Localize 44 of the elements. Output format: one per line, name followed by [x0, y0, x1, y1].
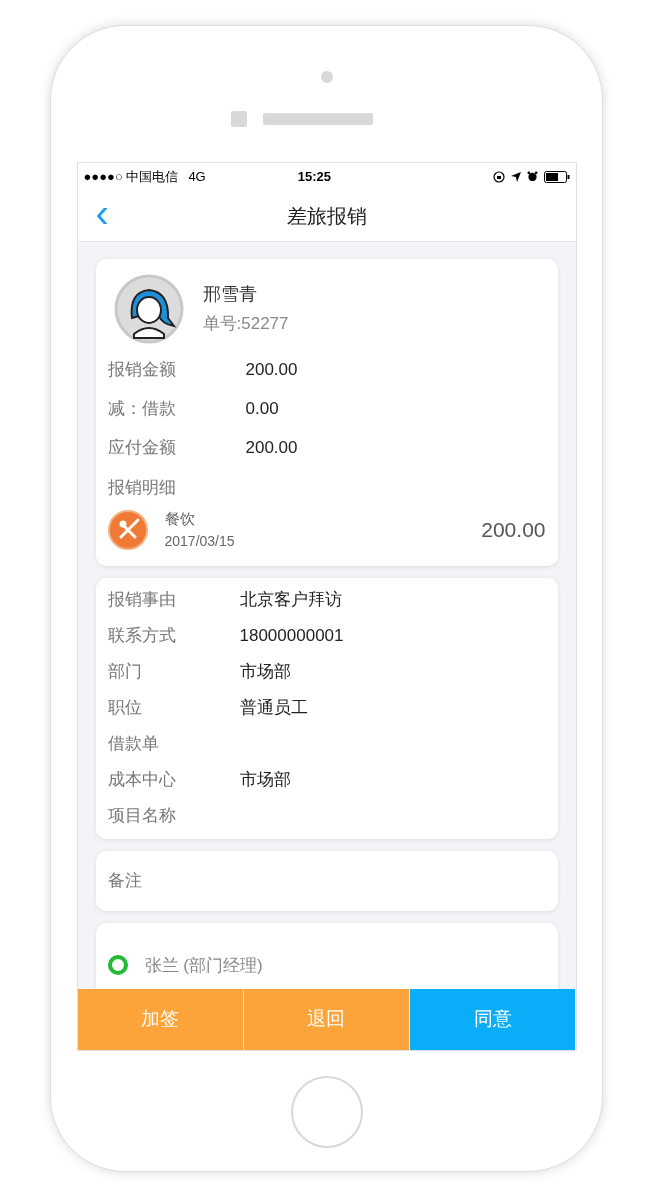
rotation-lock-icon: [492, 170, 505, 183]
action-button[interactable]: 同意: [409, 989, 576, 1050]
avatar: [113, 274, 184, 344]
amount-label: 应付金额: [107, 436, 177, 459]
sensor-icon: [230, 111, 247, 127]
approver-name: 张兰 (部门经理): [144, 954, 263, 977]
info-label: 联系方式: [107, 625, 177, 648]
info-value: 市场部: [239, 661, 291, 684]
back-button[interactable]: ‹: [95, 192, 109, 233]
expense-amount: 200.00: [481, 517, 546, 543]
alarm-icon: [526, 171, 538, 182]
info-label: 成本中心: [107, 769, 177, 792]
applicant-name: 邢雪青: [202, 283, 258, 307]
info-label: 职位: [107, 697, 143, 720]
expense-category: 餐饮: [164, 509, 196, 529]
action-button[interactable]: 退回: [242, 989, 410, 1050]
speaker-icon: [262, 113, 373, 125]
location-icon: [510, 171, 521, 182]
amount-value: 0.00: [245, 397, 279, 420]
network-label: 4G: [188, 167, 206, 186]
remark-label: 备注: [107, 869, 142, 892]
page-title: 差旅报销: [286, 203, 367, 229]
cutlery-icon: [107, 509, 148, 550]
info-value: 18000000001: [239, 625, 344, 648]
info-label: 借款单: [107, 733, 160, 756]
amount-label: 报销金额: [107, 358, 177, 381]
home-button[interactable]: [290, 1076, 363, 1148]
action-button[interactable]: 加签: [77, 989, 243, 1050]
info-value: 普通员工: [239, 697, 308, 720]
amount-value: 200.00: [245, 358, 298, 381]
expense-date: 2017/03/15: [164, 531, 235, 551]
carrier-label: ●●●●○ 中国电信: [83, 167, 179, 186]
camera-icon: [320, 71, 333, 83]
details-label: 报销明细: [107, 477, 177, 498]
info-value: 北京客户拜访: [239, 589, 342, 612]
info-value: 市场部: [239, 769, 291, 792]
info-label: 项目名称: [107, 805, 177, 828]
info-label: 部门: [107, 661, 143, 684]
amount-label: 减：借款: [107, 397, 177, 420]
info-label: 报销事由: [107, 589, 177, 612]
clock: 15:25: [297, 167, 331, 186]
order-number: 单号:52277: [202, 313, 289, 336]
battery-icon: [543, 170, 570, 183]
amount-value: 200.00: [245, 436, 298, 459]
